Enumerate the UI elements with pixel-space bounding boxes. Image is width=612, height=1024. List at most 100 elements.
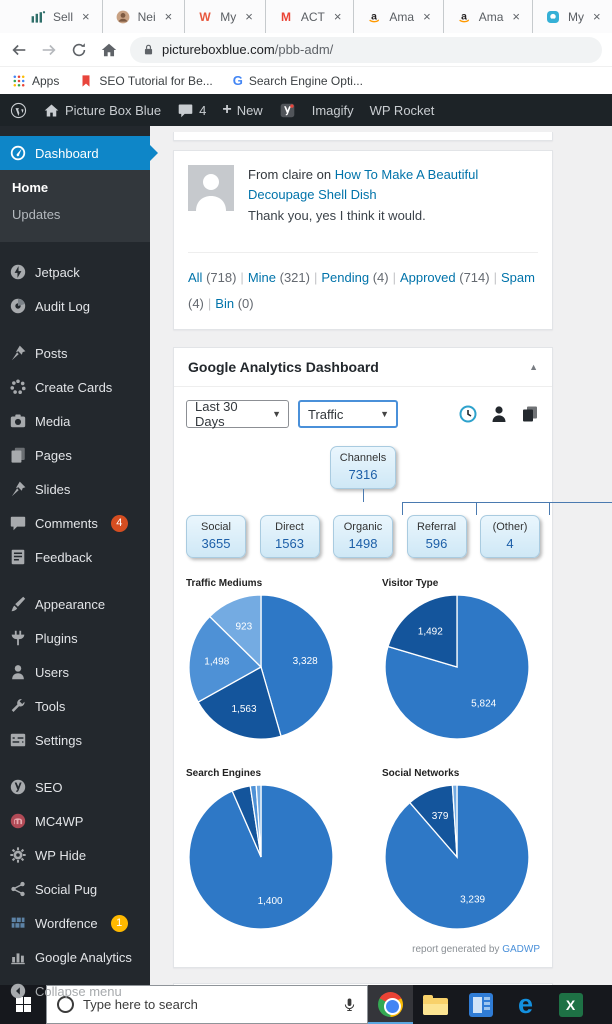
admin-bar-site[interactable]: Picture Box Blue <box>43 102 161 119</box>
taskbar-edge-icon[interactable]: e <box>503 985 548 1024</box>
browser-tab[interactable]: My× <box>533 0 612 33</box>
metric-select[interactable]: Traffic ▼ <box>298 400 398 428</box>
channel-box-referral[interactable]: Referral596 <box>407 515 467 558</box>
url-path: /pbb-adm/ <box>275 42 334 57</box>
browser-tab[interactable]: aAma× <box>354 0 443 33</box>
sidebar-item-users[interactable]: Users <box>0 655 150 689</box>
avatar-favicon <box>115 9 131 25</box>
sidebar-item-google-analytics[interactable]: Google Analytics <box>0 940 150 974</box>
browser-tab[interactable]: Nei × <box>103 0 186 33</box>
close-icon[interactable]: × <box>82 9 90 24</box>
gadwp-link[interactable]: GADWP <box>502 944 540 955</box>
collapse-arrow-icon[interactable]: ▲ <box>529 362 538 372</box>
sidebar-item-comments[interactable]: Comments4 <box>0 506 150 540</box>
admin-bar-wp-rocket[interactable]: WP Rocket <box>370 103 435 118</box>
bookmark-search-engine[interactable]: G Search Engine Opti... <box>233 73 363 88</box>
sidebar-subitem-home[interactable]: Home <box>0 174 150 201</box>
admin-bar-imagify[interactable]: Imagify <box>312 103 354 118</box>
home-icon[interactable] <box>100 41 118 59</box>
channel-box-root[interactable]: Channels 7316 <box>330 446 396 489</box>
users-icon[interactable] <box>489 404 509 424</box>
close-icon[interactable]: × <box>512 9 520 24</box>
admin-bar-yoast[interactable] <box>279 102 296 119</box>
sidebar-item-media[interactable]: Media <box>0 404 150 438</box>
taskbar-chrome-icon[interactable] <box>368 985 413 1024</box>
back-icon[interactable] <box>10 41 28 59</box>
pie-label: 1,563 <box>231 704 256 715</box>
sidebar-item-jetpack[interactable]: Jetpack <box>0 255 150 289</box>
sidebar-item-settings[interactable]: Settings <box>0 723 150 757</box>
main-content: From claire on How To Make A Beautiful D… <box>150 126 612 985</box>
browser-tab[interactable]: aAma× <box>444 0 533 33</box>
browser-tab[interactable]: MACT× <box>266 0 355 33</box>
filter-approved[interactable]: Approved <box>400 270 456 285</box>
sidebar-item-slides[interactable]: Slides <box>0 472 150 506</box>
filter-pending[interactable]: Pending <box>321 270 369 285</box>
chart-search-engines: Search Engines1,400 <box>186 768 382 932</box>
apps-menu[interactable]: Apps <box>12 74 59 88</box>
sidebar-item-posts[interactable]: Posts <box>0 336 150 370</box>
close-icon[interactable]: × <box>165 9 173 24</box>
period-select[interactable]: Last 30 Days ▼ <box>186 400 289 428</box>
wp-sidebar: Dashboard HomeUpdates JetpackAudit Log Post… <box>0 126 150 985</box>
sidebar-item-audit-log[interactable]: Audit Log <box>0 289 150 323</box>
browser-tab[interactable]: WMy× <box>185 0 266 33</box>
partial-widget-above <box>173 132 553 141</box>
yoast-icon <box>279 102 296 119</box>
lock-icon <box>142 43 155 56</box>
channel-box-organic[interactable]: Organic1498 <box>333 515 393 558</box>
bookmarks-bar: Apps SEO Tutorial for Be... G Search Eng… <box>0 67 612 94</box>
filter-bin[interactable]: Bin <box>215 296 234 311</box>
tab-title: Sell <box>53 10 73 24</box>
ga-dashboard-widget: Google Analytics Dashboard ▲ Last 30 Day… <box>173 347 553 968</box>
tab-title: Nei <box>138 10 156 24</box>
sessions-clock-icon[interactable] <box>458 404 478 424</box>
address-bar[interactable]: pictureboxblue.com/pbb-adm/ <box>130 37 602 63</box>
close-icon[interactable]: × <box>423 9 431 24</box>
sidebar-item-tools[interactable]: Tools <box>0 689 150 723</box>
forward-icon[interactable] <box>40 41 58 59</box>
pages-icon <box>9 446 27 464</box>
microphone-icon[interactable] <box>342 997 357 1012</box>
sidebar-item-mc4wp[interactable]: MC4WP <box>0 804 150 838</box>
taskbar-pinned-app-icon[interactable] <box>458 985 503 1024</box>
sidebar-subitem-updates[interactable]: Updates <box>0 201 150 228</box>
sidebar-item-social-pug[interactable]: Social Pug <box>0 872 150 906</box>
close-icon[interactable]: × <box>245 9 253 24</box>
wp-logo-icon[interactable] <box>10 102 27 119</box>
close-icon[interactable]: × <box>593 9 601 24</box>
sidebar-item-appearance[interactable]: Appearance <box>0 587 150 621</box>
dashboard-icon <box>9 144 27 162</box>
sidebar-item-wordfence[interactable]: Wordfence1 <box>0 906 150 940</box>
sidebar-item-dashboard[interactable]: Dashboard <box>0 136 150 170</box>
close-icon[interactable]: × <box>334 9 342 24</box>
chevron-down-icon: ▼ <box>272 409 281 419</box>
comment-from: From claire on <box>248 167 335 182</box>
filter-spam[interactable]: Spam <box>501 270 535 285</box>
filter-all[interactable]: All <box>188 270 202 285</box>
filter-mine[interactable]: Mine <box>248 270 276 285</box>
sellerboard-favicon <box>30 9 46 25</box>
sidebar-item-pages[interactable]: Pages <box>0 438 150 472</box>
taskbar-file-explorer-icon[interactable] <box>413 985 458 1024</box>
bookmark-seo-tutorial[interactable]: SEO Tutorial for Be... <box>79 74 212 88</box>
sidebar-item-create-cards[interactable]: Create Cards <box>0 370 150 404</box>
sidebar-item-plugins[interactable]: Plugins <box>0 621 150 655</box>
sidebar-item-collapse-menu[interactable]: Collapse menu <box>0 974 150 1008</box>
sidebar-item-feedback[interactable]: Feedback <box>0 540 150 574</box>
browser-tab[interactable]: Sell × <box>18 0 103 33</box>
taskbar-excel-icon[interactable]: X <box>548 985 593 1024</box>
refresh-icon[interactable] <box>70 41 88 59</box>
admin-bar-new[interactable]: + New <box>222 102 262 118</box>
channel-box-other[interactable]: (Other)4 <box>480 515 540 558</box>
pageviews-icon[interactable] <box>520 404 540 424</box>
channel-box-direct[interactable]: Direct1563 <box>260 515 320 558</box>
chart-traffic-mediums: Traffic Mediums3,3281,5631,498923 <box>186 578 382 742</box>
browser-tab-strip: Sell×Nei×WMy×MACT×aAma×aAma×My×h× <box>0 0 612 33</box>
comment-bubble-icon <box>177 102 194 119</box>
sidebar-item-wp-hide[interactable]: WP Hide <box>0 838 150 872</box>
sidebar-item-seo[interactable]: SEO <box>0 770 150 804</box>
admin-bar-comments[interactable]: 4 <box>177 102 206 119</box>
channel-box-social[interactable]: Social3655 <box>186 515 246 558</box>
filter-count: (321) <box>276 270 310 285</box>
